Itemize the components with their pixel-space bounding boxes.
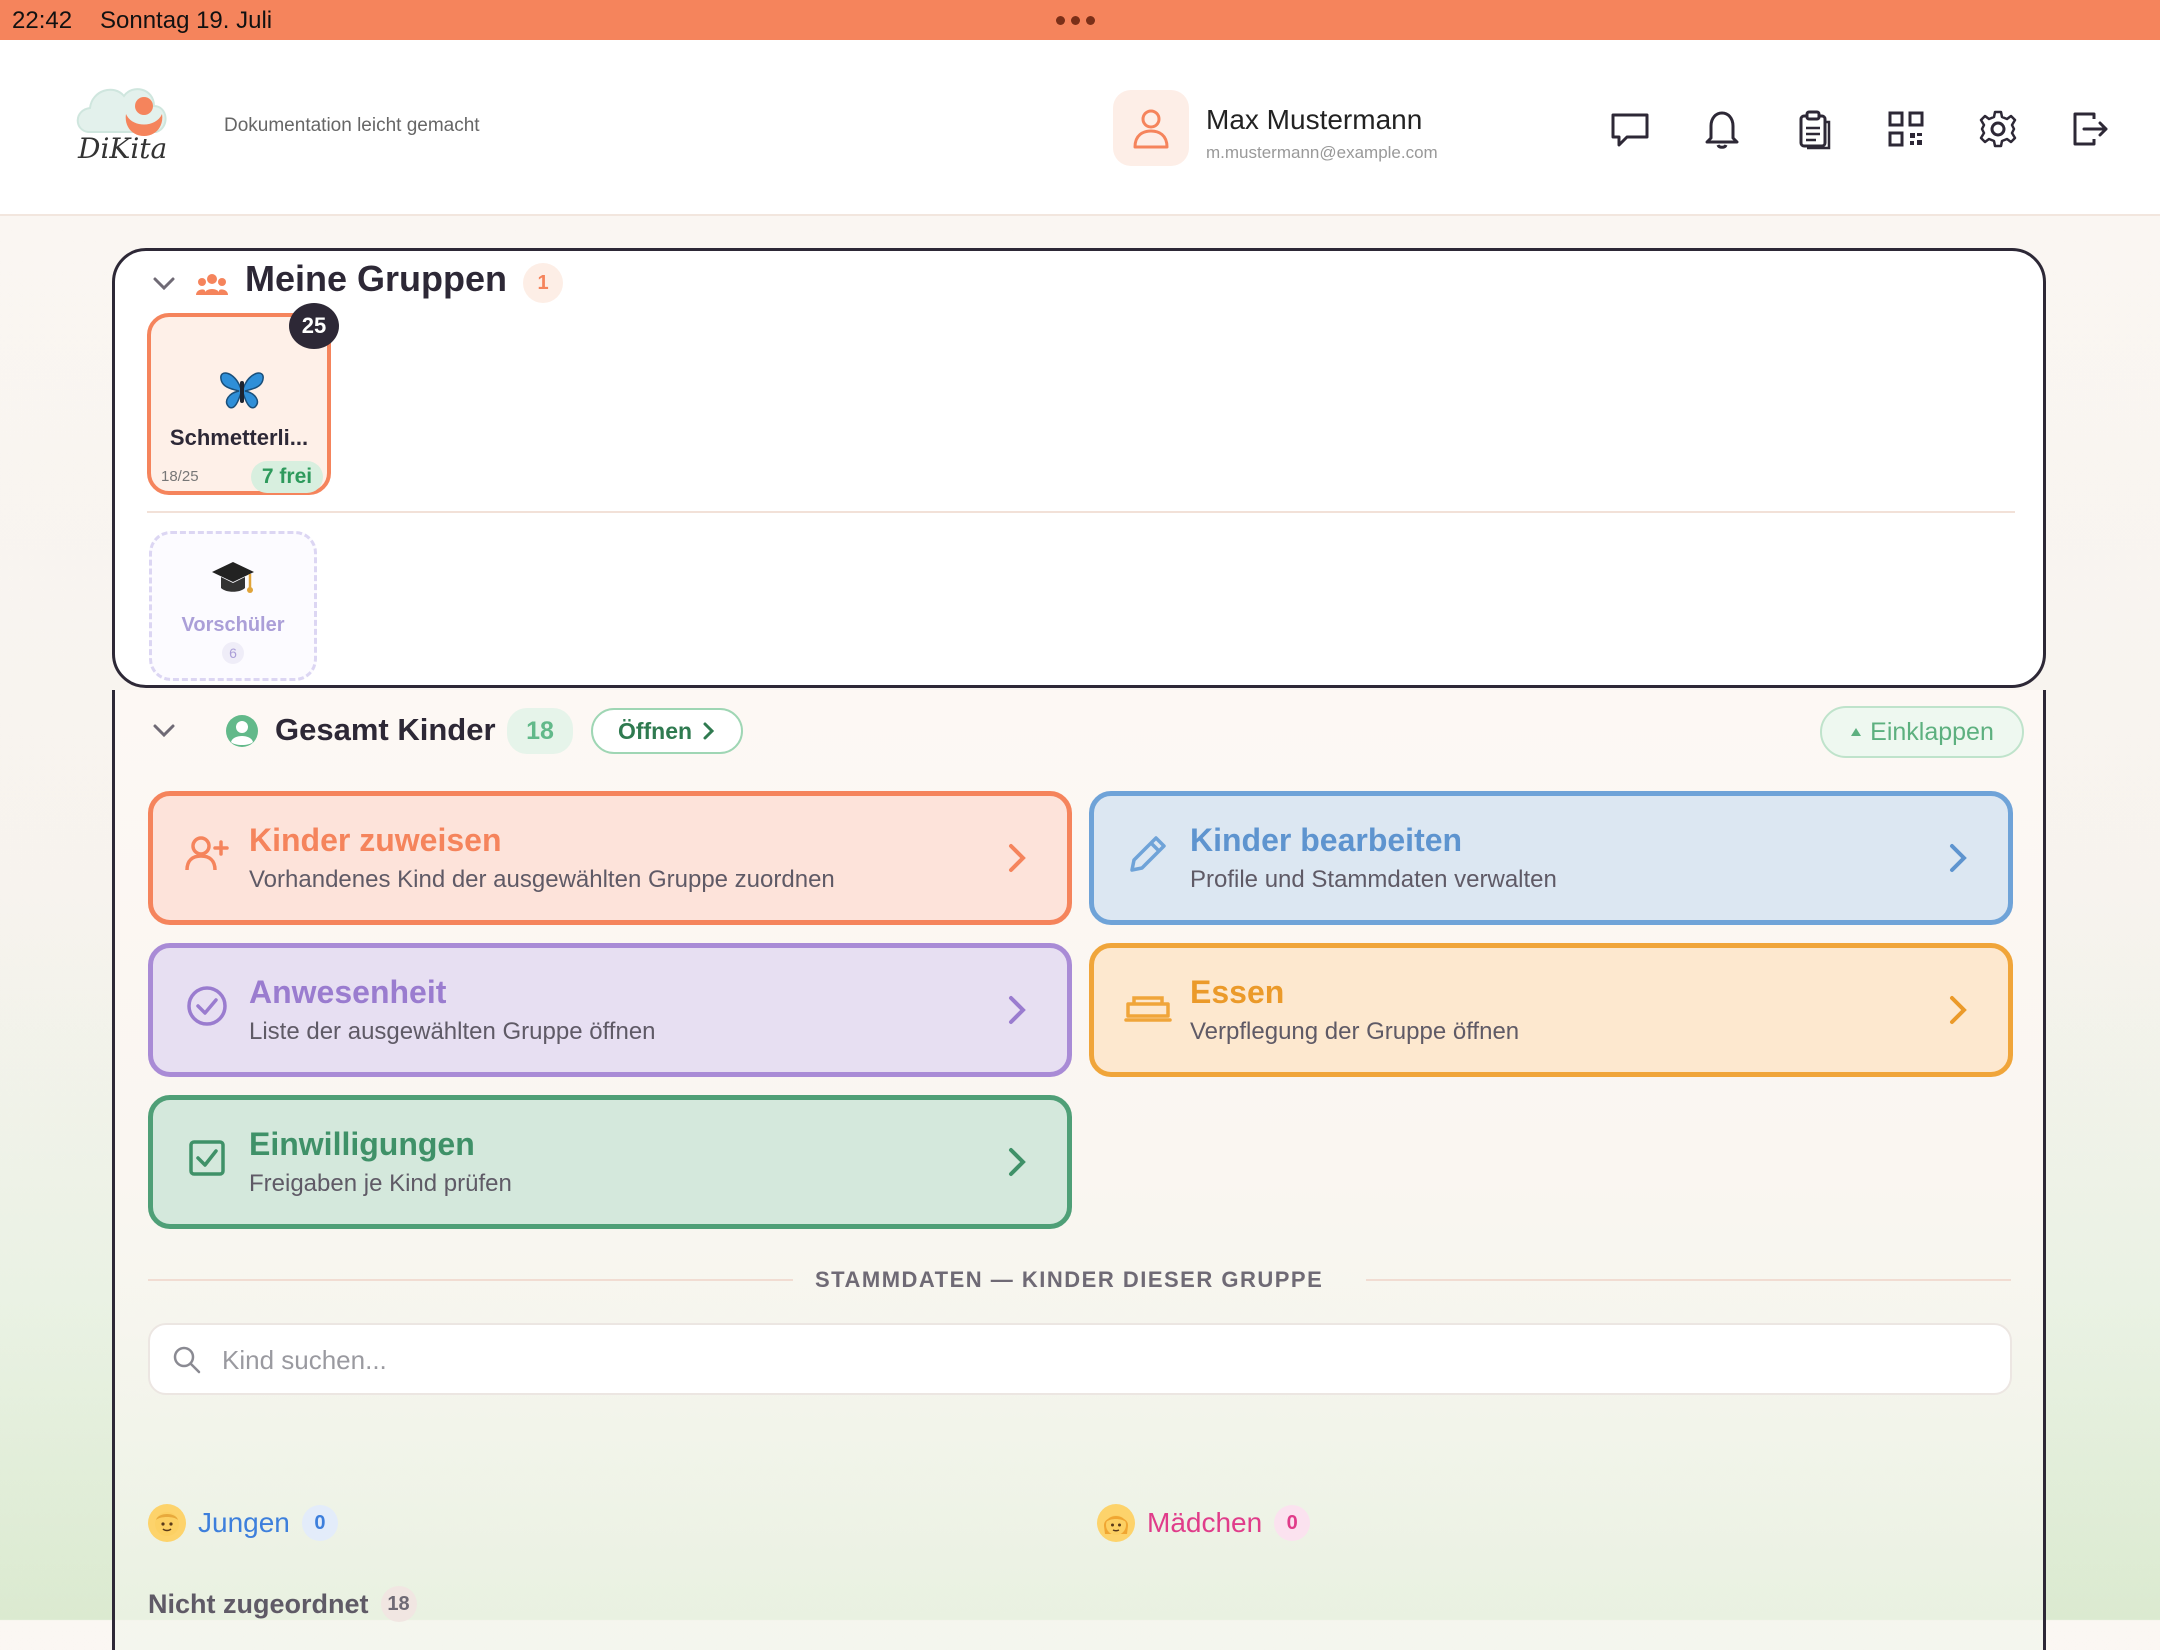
- logo-text: DiKita: [78, 132, 168, 165]
- group-count-badge: 6: [222, 642, 244, 664]
- my-groups-title: Meine Gruppen: [245, 258, 508, 299]
- qr-code-icon[interactable]: [1883, 106, 1929, 152]
- chevron-right-icon: [1009, 1148, 1026, 1176]
- search-input[interactable]: [220, 1339, 1924, 1381]
- action-desc: Freigaben je Kind prüfen: [249, 1170, 512, 1197]
- logout-icon[interactable]: [2067, 106, 2113, 152]
- user-email: m.mustermann@example.com: [1206, 143, 1438, 162]
- action-title: Essen: [1190, 974, 1285, 1010]
- clipboard-icon[interactable]: [1791, 106, 1837, 152]
- search-icon: [173, 1346, 201, 1374]
- group-capacity-badge: 25: [289, 303, 339, 349]
- action-desc: Profile und Stammdaten verwalten: [1190, 866, 1557, 893]
- check-circle-icon: [187, 986, 227, 1026]
- children-count-badge: 18: [507, 708, 573, 754]
- group-free-badge: 7 frei: [251, 461, 323, 493]
- groups-divider: [147, 511, 2015, 513]
- action-desc: Liste der ausgewählten Gruppe öffnen: [249, 1018, 656, 1045]
- chevron-right-icon: [1950, 844, 1967, 872]
- action-title: Kinder zuweisen: [249, 822, 502, 858]
- category-count: 0: [1274, 1505, 1311, 1541]
- category-count: 18: [380, 1586, 417, 1622]
- chevron-right-icon: [703, 722, 715, 740]
- action-desc: Verpflegung der Gruppe öffnen: [1190, 1018, 1520, 1045]
- chevron-right-icon: [1950, 996, 1967, 1024]
- chevron-right-icon: [1009, 996, 1026, 1024]
- action-title: Anwesenheit: [249, 974, 447, 1010]
- status-date: Sonntag 19. Juli: [100, 7, 273, 34]
- child-avatar-icon: [226, 715, 258, 747]
- graduation-cap-icon: [212, 562, 254, 593]
- user-icon: [1133, 109, 1169, 149]
- group-card-vorschueler[interactable]: Vorschüler 6: [149, 531, 317, 681]
- groups-count-badge: 1: [523, 263, 563, 303]
- collapse-button-label: Einklappen: [1870, 717, 1994, 746]
- action-title: Einwilligungen: [249, 1126, 475, 1162]
- section-divider: [1366, 1279, 2011, 1281]
- search-box: [148, 1323, 2012, 1395]
- my-groups-panel: Meine Gruppen 1 Schmetterli... 18/25 7 f…: [112, 248, 2046, 688]
- category-label: Jungen: [198, 1507, 290, 1538]
- food-tray-icon: [1124, 996, 1172, 1022]
- status-time: 22:42: [12, 7, 73, 34]
- triangle-up-icon: [1851, 728, 1862, 736]
- action-title: Kinder bearbeiten: [1190, 822, 1463, 858]
- chevron-right-icon: [1009, 844, 1026, 872]
- open-button-label: Öffnen: [617, 717, 693, 744]
- group-name: Vorschüler: [181, 614, 285, 636]
- group-name: Schmetterli...: [169, 425, 309, 450]
- butterfly-icon: [220, 372, 264, 409]
- chevron-down-icon[interactable]: [149, 716, 179, 746]
- girl-emoji-icon: [1097, 1504, 1135, 1542]
- category-boys[interactable]: Jungen 0: [148, 1504, 338, 1542]
- category-girls[interactable]: Mädchen 0: [1097, 1504, 1311, 1542]
- category-count: 0: [301, 1505, 338, 1541]
- chat-icon[interactable]: [1607, 106, 1653, 152]
- chevron-down-icon[interactable]: [149, 269, 179, 299]
- action-edit-children[interactable]: Kinder bearbeiten Profile und Stammdaten…: [1089, 791, 2013, 925]
- status-bar: 22:42 Sonntag 19. Juli: [0, 0, 2160, 40]
- boy-emoji-icon: [148, 1504, 186, 1542]
- action-desc: Vorhandenes Kind der ausgewählten Gruppe…: [249, 866, 835, 893]
- avatar[interactable]: [1113, 90, 1189, 166]
- user-name: Max Mustermann: [1206, 104, 1423, 135]
- tagline: Dokumentation leicht gemacht: [224, 115, 480, 136]
- gear-icon[interactable]: [1975, 106, 2021, 152]
- action-food[interactable]: Essen Verpflegung der Gruppe öffnen: [1089, 943, 2013, 1077]
- check-square-icon: [189, 1140, 225, 1176]
- open-button[interactable]: Öffnen: [591, 708, 743, 754]
- collapse-button[interactable]: Einklappen: [1820, 706, 2024, 758]
- action-attendance[interactable]: Anwesenheit Liste der ausgewählten Grupp…: [148, 943, 1072, 1077]
- bell-icon[interactable]: [1699, 106, 1745, 152]
- action-assign-children[interactable]: Kinder zuweisen Vorhandenes Kind der aus…: [148, 791, 1072, 925]
- category-unassigned[interactable]: Nicht zugeordnet 18: [148, 1586, 417, 1622]
- category-label: Mädchen: [1147, 1507, 1263, 1538]
- group-people-icon: [196, 274, 228, 295]
- section-divider: [148, 1279, 793, 1281]
- group-ratio: 18/25: [161, 468, 199, 485]
- multitasking-dots-icon[interactable]: [1056, 16, 1095, 25]
- pencil-icon: [1130, 836, 1166, 872]
- children-title: Gesamt Kinder: [275, 712, 496, 747]
- app-header: DiKita Dokumentation leicht gemacht Max …: [0, 40, 2160, 216]
- category-label: Nicht zugeordnet: [148, 1588, 369, 1619]
- action-consents[interactable]: Einwilligungen Freigaben je Kind prüfen: [148, 1095, 1072, 1229]
- stammdaten-label: STAMMDATEN — KINDER DIESER GRUPPE: [815, 1267, 1324, 1292]
- user-plus-icon: [185, 836, 229, 871]
